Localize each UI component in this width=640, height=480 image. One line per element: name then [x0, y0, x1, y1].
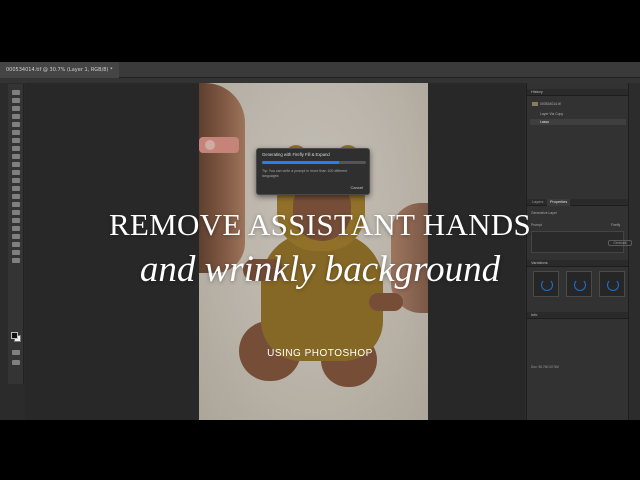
move-tool-icon[interactable] [12, 90, 20, 95]
eraser-tool-icon[interactable] [12, 178, 20, 183]
properties-panel-header: Layers Properties [527, 199, 628, 206]
history-panel-header[interactable]: History [527, 89, 628, 96]
info-panel-header: Info [527, 312, 628, 319]
progress-bar [262, 161, 366, 164]
info-doc-size: Doc: 96.7M/137.5M [531, 365, 559, 369]
overlay-title: REMOVE ASSISTANT HANDS [108, 207, 532, 242]
brush-tool-icon[interactable] [12, 154, 20, 159]
marquee-tool-icon[interactable] [12, 98, 20, 103]
overlay-caption: USING PHOTOSHOP [267, 348, 373, 359]
tab-layers[interactable]: Layers [529, 199, 546, 206]
dialog-title: Generating with Firefly Fill & Expand [262, 152, 330, 157]
history-item[interactable]: Layer Via Copy [530, 111, 626, 117]
document-tab[interactable]: 000534014.tif @ 30.7% (Layer 1, RGB/8) * [0, 62, 119, 78]
screen-mode-icon[interactable] [12, 360, 20, 365]
healing-brush-tool-icon[interactable] [12, 146, 20, 151]
gradient-tool-icon[interactable] [12, 186, 20, 191]
overlay-subtitle: and wrinkly background [139, 249, 501, 290]
history-panel-title: History [531, 90, 543, 94]
clone-stamp-tool-icon[interactable] [12, 162, 20, 167]
letterbox-bottom [0, 420, 640, 480]
history-item[interactable]: 000534014.tif [530, 101, 626, 107]
lasso-tool-icon[interactable] [12, 106, 20, 111]
quick-selection-tool-icon[interactable] [12, 114, 20, 119]
frame-tool-icon[interactable] [12, 130, 20, 135]
generating-dialog: Generating with Firefly Fill & Expand Ti… [256, 148, 370, 195]
info-title: Info [531, 313, 538, 317]
tab-properties[interactable]: Properties [547, 199, 571, 206]
eyedropper-tool-icon[interactable] [12, 138, 20, 143]
cancel-button[interactable]: Cancel [351, 185, 363, 190]
crop-tool-icon[interactable] [12, 122, 20, 127]
foreground-color-swatch[interactable] [11, 332, 18, 339]
blur-tool-icon[interactable] [12, 194, 20, 199]
history-item-active[interactable]: Lasso [530, 119, 626, 125]
dialog-tip: Tip: You can write a prompt in more than… [262, 169, 348, 178]
history-brush-tool-icon[interactable] [12, 170, 20, 175]
letterbox-top [0, 0, 640, 62]
document-tab-bar: 000534014.tif @ 30.7% (Layer 1, RGB/8) * [0, 62, 640, 78]
progress-fill [262, 161, 339, 164]
history-snapshot-thumb [532, 102, 538, 106]
